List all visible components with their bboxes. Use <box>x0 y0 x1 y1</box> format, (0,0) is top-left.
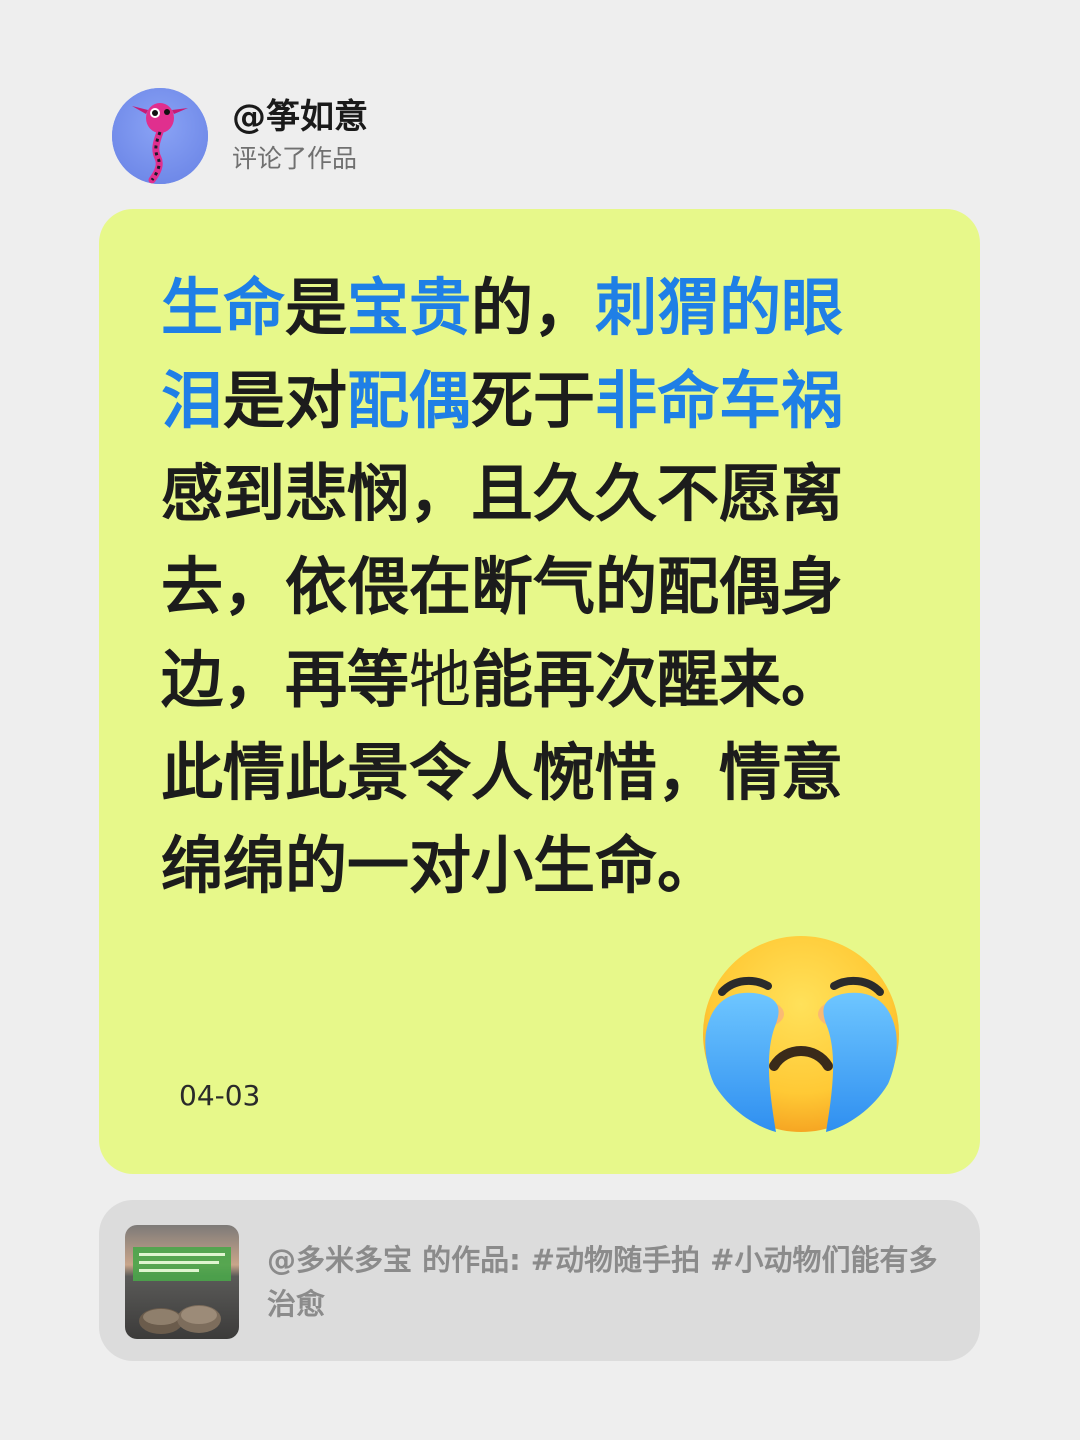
comment-segment: 的， <box>471 271 596 344</box>
post-thumbnail[interactable] <box>125 1225 239 1339</box>
highlighted-keyword: 生命 <box>161 271 286 344</box>
reference-caption: @多米多宝 的作品: #动物随手拍 #小动物们能有多治愈 <box>267 1243 938 1321</box>
highlighted-keyword: 非命车祸 <box>595 364 844 437</box>
comment-date: 04-03 <box>179 1079 261 1112</box>
user-avatar[interactable] <box>112 88 208 184</box>
username[interactable]: @筝如意 <box>232 95 368 139</box>
comment-segment: 牠 <box>409 643 472 716</box>
action-text: 评论了作品 <box>232 144 358 173</box>
referenced-post[interactable]: @多米多宝 的作品: #动物随手拍 #小动物们能有多治愈 <box>99 1200 980 1361</box>
seahorse-kite-icon <box>112 88 208 184</box>
comment-header: @筝如意 评论了作品 <box>112 88 368 184</box>
comment-card: 生命是宝贵的，刺猬的眼泪是对配偶死于非命车祸感到悲悯，且久久不愿离去，依偎在断气… <box>99 209 980 1174</box>
comment-segment: 死于 <box>471 364 596 437</box>
comment-text: 生命是宝贵的，刺猬的眼泪是对配偶死于非命车祸感到悲悯，且久久不愿离去，依偎在断气… <box>161 261 901 912</box>
loudly-crying-face-icon <box>694 934 909 1134</box>
comment-segment: 是 <box>285 271 348 344</box>
hedgehog-photo-icon <box>125 1225 239 1339</box>
highlighted-keyword: 配偶 <box>347 364 472 437</box>
comment-segment: 是对 <box>223 364 348 437</box>
highlighted-keyword: 宝贵 <box>347 271 472 344</box>
